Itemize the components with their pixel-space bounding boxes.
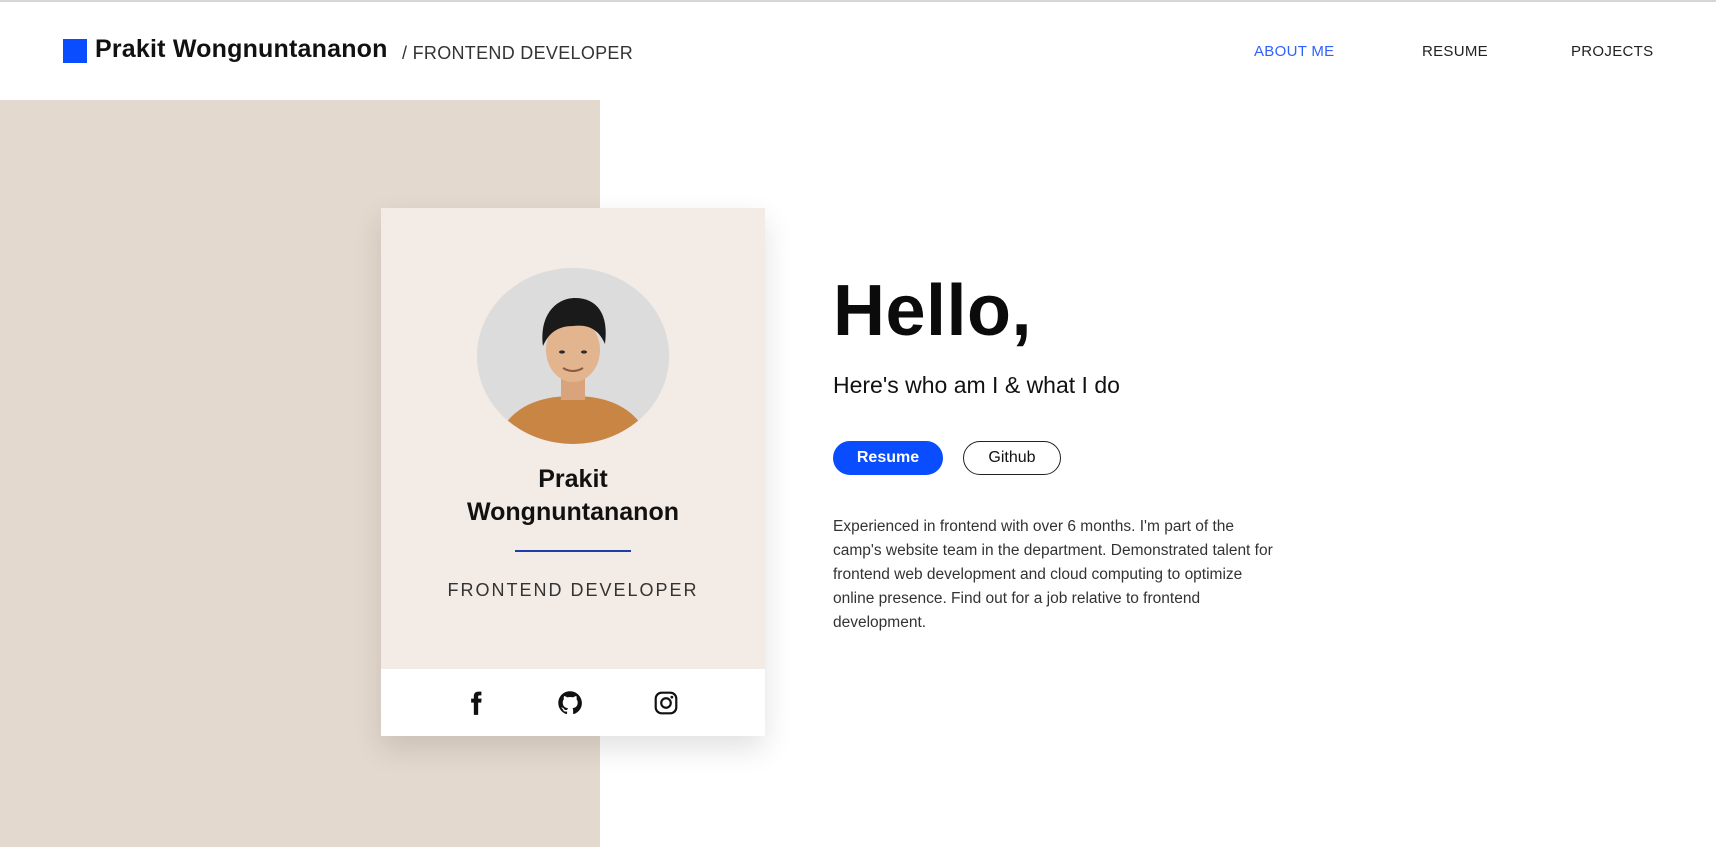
hero-subtitle: Here's who am I & what I do (833, 372, 1120, 398)
about-description: Experienced in frontend with over 6 mont… (833, 518, 1273, 631)
page: Prakit Wongnuntananon / FRONTEND DEVELOP… (0, 0, 1716, 847)
nav-about-me[interactable]: ABOUT ME (1254, 43, 1334, 60)
site-owner-name[interactable]: Prakit Wongnuntananon (95, 35, 388, 64)
card-role: FRONTEND DEVELOPER (447, 580, 699, 600)
github-icon[interactable] (557, 690, 583, 716)
resume-button[interactable]: Resume (833, 441, 943, 475)
github-button[interactable]: Github (963, 441, 1061, 475)
social-links-bar (381, 669, 765, 736)
logo-square-icon (63, 39, 87, 63)
avatar (477, 268, 669, 444)
site-owner-role: / FRONTEND DEVELOPER (402, 43, 634, 63)
avatar-photo (477, 268, 669, 444)
profile-card: Prakit Wongnuntananon FRONTEND DEVELOPER (381, 208, 765, 736)
card-divider (515, 550, 631, 552)
hero-greeting: Hello, (833, 271, 1033, 351)
instagram-icon[interactable] (653, 690, 679, 716)
card-name: Prakit Wongnuntananon (467, 465, 679, 526)
nav-resume[interactable]: RESUME (1422, 43, 1488, 60)
site-header: Prakit Wongnuntananon / FRONTEND DEVELOP… (0, 2, 1716, 100)
facebook-icon[interactable] (463, 690, 489, 716)
nav-projects[interactable]: PROJECTS (1571, 43, 1653, 60)
